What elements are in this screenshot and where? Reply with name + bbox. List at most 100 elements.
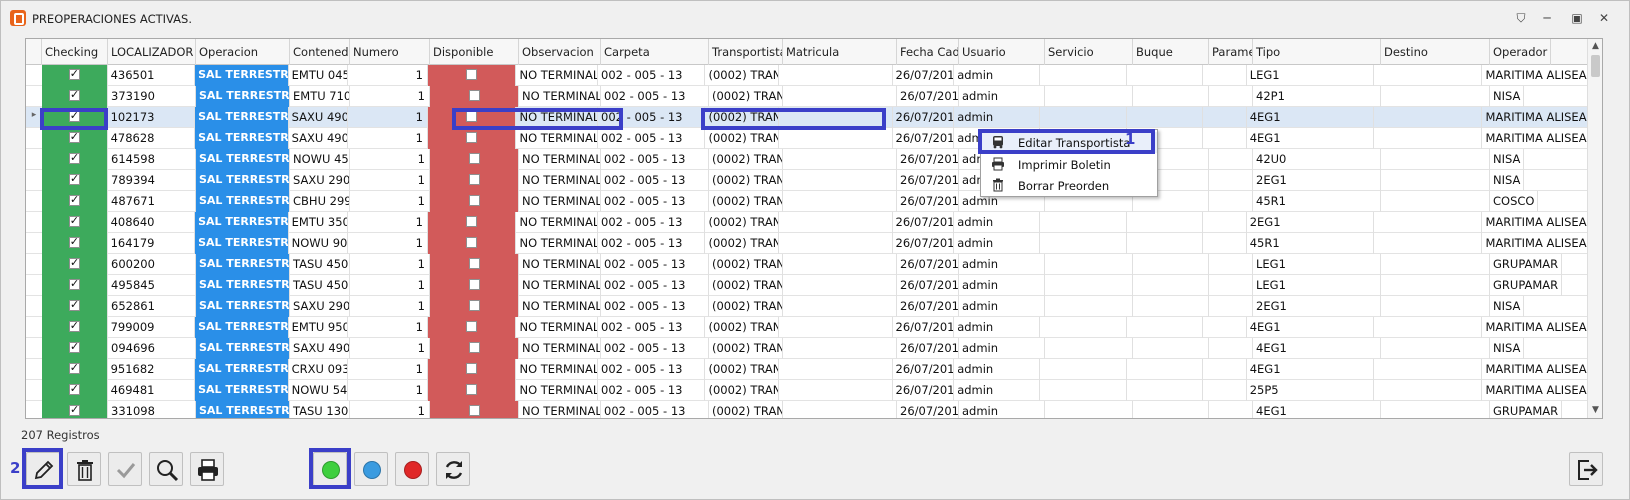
cell-tipo[interactable]: 25P5 bbox=[1247, 380, 1375, 401]
cell-transportista[interactable]: (0002) TRANSTADE bbox=[709, 170, 783, 191]
cell-carpeta[interactable]: 002 - 005 - 13 bbox=[601, 191, 709, 212]
cell-matricula[interactable] bbox=[779, 212, 893, 233]
cell-observacion[interactable]: NO TERMINAL bbox=[516, 317, 599, 338]
cell-carpeta[interactable]: 002 - 005 - 13 bbox=[601, 149, 709, 170]
cell-localizador[interactable]: 373190 bbox=[108, 86, 196, 107]
column-header-matricula[interactable]: Matricula bbox=[783, 39, 897, 65]
cell-carpeta[interactable]: 002 - 005 - 13 bbox=[598, 233, 706, 254]
cell-operador[interactable]: NISA bbox=[1490, 296, 1525, 317]
cell-parametro[interactable] bbox=[1203, 65, 1247, 86]
cell-disponible[interactable] bbox=[430, 338, 519, 359]
cell-destino[interactable] bbox=[1381, 338, 1490, 359]
print-button[interactable] bbox=[190, 452, 224, 486]
cell-checking[interactable] bbox=[42, 254, 108, 275]
cell-buque[interactable] bbox=[1127, 107, 1203, 128]
checkbox[interactable] bbox=[468, 90, 480, 101]
cell-usuario[interactable]: admin bbox=[959, 254, 1045, 275]
cell-buque[interactable] bbox=[1127, 233, 1203, 254]
column-header-buque[interactable]: Buque bbox=[1133, 39, 1209, 65]
cell-matricula[interactable] bbox=[783, 275, 897, 296]
cell-usuario[interactable]: admin bbox=[954, 107, 1040, 128]
column-header-checking[interactable]: Checking bbox=[42, 39, 108, 65]
cell-numero[interactable]: 1 bbox=[348, 107, 428, 128]
cell-operacion[interactable]: SAL TERRESTRE bbox=[195, 128, 289, 149]
cell-checking[interactable] bbox=[42, 86, 108, 107]
checkbox[interactable] bbox=[68, 382, 80, 395]
cell-operacion[interactable]: SAL TERRESTRE bbox=[195, 107, 289, 128]
table-row[interactable]: 331098SAL TERRESTRETASU 13010281 NO TERMI… bbox=[26, 401, 1590, 418]
row-indicator[interactable] bbox=[26, 380, 42, 400]
checkbox[interactable] bbox=[69, 340, 80, 353]
status-blue-button[interactable] bbox=[354, 452, 388, 486]
cell-usuario[interactable]: admin bbox=[959, 296, 1045, 317]
cell-parametro[interactable] bbox=[1209, 296, 1253, 317]
cell-destino[interactable] bbox=[1374, 317, 1483, 338]
cell-destino[interactable] bbox=[1381, 254, 1490, 275]
cell-fecha[interactable]: 26/07/2013 bbox=[897, 338, 959, 359]
cell-usuario[interactable]: admin bbox=[954, 233, 1040, 254]
cell-checking[interactable] bbox=[41, 107, 108, 128]
cell-tipo[interactable]: 4EG1 bbox=[1247, 359, 1375, 380]
table-row[interactable]: 469481SAL TERRESTRENOWU 54002101 NO TERMI… bbox=[26, 380, 1591, 401]
cell-checking[interactable] bbox=[42, 149, 108, 170]
row-indicator[interactable] bbox=[26, 296, 42, 316]
cell-numero[interactable]: 1 bbox=[348, 359, 428, 380]
cell-tipo[interactable]: 2EG1 bbox=[1253, 170, 1381, 191]
cell-buque[interactable] bbox=[1133, 338, 1209, 359]
cell-contenedor[interactable]: NOWU 9003778 bbox=[289, 233, 349, 254]
checkbox[interactable] bbox=[468, 342, 480, 353]
cell-fecha[interactable]: 26/07/2013 bbox=[897, 149, 959, 170]
checkbox[interactable] bbox=[468, 405, 480, 416]
cell-destino[interactable] bbox=[1381, 275, 1490, 296]
cell-operacion[interactable]: SAL TERRESTRE bbox=[196, 170, 290, 191]
cell-disponible[interactable] bbox=[430, 296, 519, 317]
cell-tipo[interactable]: LEG1 bbox=[1253, 275, 1381, 296]
cell-operador[interactable]: MARITIMA ALISEA bbox=[1482, 317, 1591, 338]
cell-fecha[interactable]: 26/07/2013 bbox=[897, 170, 959, 191]
column-header-parametro[interactable]: Parametro bbox=[1209, 39, 1253, 65]
cell-carpeta[interactable]: 002 - 005 - 13 bbox=[598, 107, 706, 128]
cell-observacion[interactable]: NO TERMINAL bbox=[516, 359, 599, 380]
cell-matricula[interactable] bbox=[783, 338, 897, 359]
cell-disponible[interactable] bbox=[430, 401, 519, 418]
cell-numero[interactable]: 1 bbox=[350, 170, 430, 191]
preoperaciones-grid[interactable]: CheckingLOCALIZADOROperacionContenedorNu… bbox=[25, 38, 1603, 419]
cell-observacion[interactable]: NO TERMINAL bbox=[516, 233, 599, 254]
cell-transportista[interactable]: (0002) TRANSTADE bbox=[709, 338, 783, 359]
cell-parametro[interactable] bbox=[1209, 86, 1253, 107]
cell-parametro[interactable] bbox=[1203, 380, 1247, 401]
cell-tipo[interactable]: 2EG1 bbox=[1253, 296, 1381, 317]
cell-transportista[interactable]: (0002) TRANSTADE bbox=[709, 86, 783, 107]
cell-localizador[interactable]: 102173 bbox=[108, 107, 196, 128]
cell-numero[interactable]: 1 bbox=[350, 275, 430, 296]
column-header-destino[interactable]: Destino bbox=[1381, 39, 1490, 65]
scroll-thumb[interactable] bbox=[1591, 55, 1600, 77]
cell-numero[interactable]: 1 bbox=[350, 191, 430, 212]
cell-checking[interactable] bbox=[42, 338, 108, 359]
cell-contenedor[interactable]: TASU 1301028 bbox=[290, 401, 350, 418]
cell-disponible[interactable] bbox=[430, 86, 519, 107]
menu-item-borrar-preorden[interactable]: Borrar Preorden bbox=[981, 175, 1157, 196]
cell-destino[interactable] bbox=[1374, 233, 1483, 254]
cell-buque[interactable] bbox=[1127, 212, 1203, 233]
row-indicator[interactable] bbox=[26, 359, 42, 379]
checkbox[interactable] bbox=[68, 361, 80, 374]
checkbox[interactable] bbox=[68, 130, 80, 143]
cell-fecha[interactable]: 26/07/2013 bbox=[893, 212, 955, 233]
cell-matricula[interactable] bbox=[783, 191, 897, 212]
row-indicator[interactable] bbox=[26, 128, 42, 148]
cell-localizador[interactable]: 408640 bbox=[108, 212, 196, 233]
cell-operacion[interactable]: SAL TERRESTRE bbox=[195, 380, 289, 401]
cell-operador[interactable]: GRUPAMAR bbox=[1490, 275, 1563, 296]
cell-fecha[interactable]: 26/07/2013 bbox=[897, 296, 959, 317]
cell-carpeta[interactable]: 002 - 005 - 13 bbox=[598, 380, 706, 401]
checkbox[interactable] bbox=[69, 193, 80, 206]
column-header-localizador[interactable]: LOCALIZADOR bbox=[108, 39, 196, 65]
cell-tipo[interactable]: 4EG1 bbox=[1247, 107, 1375, 128]
cell-observacion[interactable]: NO TERMINAL bbox=[516, 107, 599, 128]
cell-operacion[interactable]: SAL TERRESTRE bbox=[195, 65, 289, 86]
cell-checking[interactable] bbox=[41, 359, 108, 380]
table-row[interactable]: 487671SAL TERRESTRECBHU 29980551 NO TERMI… bbox=[26, 191, 1590, 212]
cell-tipo[interactable]: 4EG1 bbox=[1247, 128, 1375, 149]
cell-numero[interactable]: 1 bbox=[348, 65, 428, 86]
